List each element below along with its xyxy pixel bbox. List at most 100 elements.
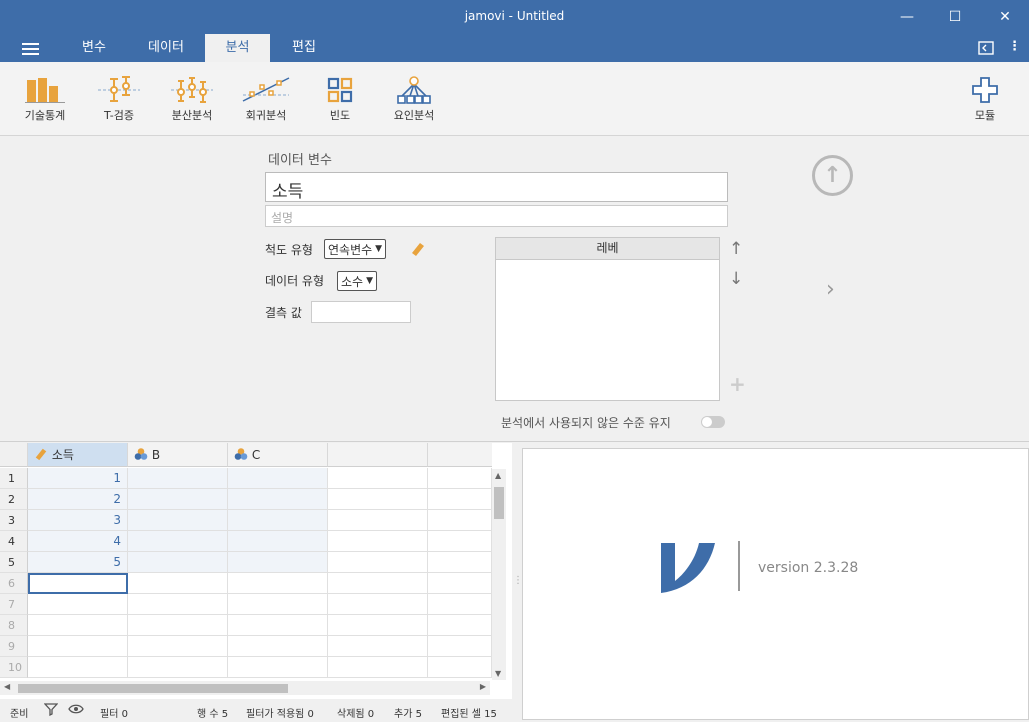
eye-icon[interactable]	[68, 703, 84, 718]
table-cell[interactable]	[128, 636, 228, 657]
move-up-icon[interactable]: ↑	[729, 239, 743, 259]
add-level-icon[interactable]: +	[729, 372, 746, 396]
modules-button[interactable]: 모듈	[965, 74, 1005, 123]
table-cell[interactable]	[328, 573, 428, 594]
table-cell[interactable]	[128, 552, 228, 573]
scroll-thumb[interactable]	[494, 487, 504, 519]
table-cell[interactable]	[228, 531, 328, 552]
levels-list[interactable]: 레베	[495, 237, 720, 401]
descriptives-button[interactable]: 기술통계	[18, 74, 72, 123]
table-cell[interactable]	[128, 510, 228, 531]
anova-button[interactable]: 분산분석	[164, 74, 220, 123]
collapse-editor-icon[interactable]: ↑	[812, 155, 853, 196]
minimize-button[interactable]: —	[882, 0, 932, 34]
data-type-select[interactable]: 소수 ▼	[337, 271, 378, 291]
column-header-income[interactable]: 소득	[28, 443, 128, 467]
table-cell[interactable]	[428, 552, 492, 573]
row-header[interactable]: 5	[0, 552, 28, 573]
table-cell[interactable]	[328, 489, 428, 510]
table-cell[interactable]	[428, 594, 492, 615]
table-cell[interactable]	[228, 552, 328, 573]
table-cell[interactable]	[228, 510, 328, 531]
table-cell[interactable]	[28, 573, 128, 594]
maximize-button[interactable]: ☐	[930, 0, 980, 34]
table-cell[interactable]	[428, 489, 492, 510]
next-variable-chevron-icon[interactable]: ›	[826, 277, 835, 302]
row-header[interactable]: 4	[0, 531, 28, 552]
row-header[interactable]: 8	[0, 615, 28, 636]
move-down-icon[interactable]: ↓	[729, 269, 743, 289]
tab-variables[interactable]: 변수	[64, 34, 124, 62]
table-cell[interactable]	[128, 468, 228, 489]
tab-edit[interactable]: 편집	[275, 34, 333, 62]
factor-button[interactable]: 요인분석	[386, 74, 442, 123]
variable-name-input[interactable]: 소득	[265, 172, 728, 202]
table-cell[interactable]	[228, 615, 328, 636]
table-cell[interactable]	[128, 531, 228, 552]
table-cell[interactable]: 2	[28, 489, 128, 510]
frequencies-button[interactable]: 빈도	[318, 74, 362, 123]
row-header[interactable]: 2	[0, 489, 28, 510]
scroll-right-icon[interactable]: ▶	[480, 682, 486, 691]
column-header-empty[interactable]	[428, 443, 492, 467]
row-header[interactable]: 6	[0, 573, 28, 594]
row-header[interactable]: 10	[0, 657, 28, 678]
table-cell[interactable]	[328, 510, 428, 531]
results-mode-icon[interactable]	[978, 41, 994, 59]
table-cell[interactable]	[328, 636, 428, 657]
table-cell[interactable]	[328, 531, 428, 552]
table-cell[interactable]	[428, 573, 492, 594]
table-cell[interactable]	[228, 594, 328, 615]
table-cell[interactable]	[428, 468, 492, 489]
table-cell[interactable]	[328, 657, 428, 678]
missing-values-input[interactable]	[311, 301, 411, 323]
table-cell[interactable]: 1	[28, 468, 128, 489]
description-input[interactable]: 설명	[265, 205, 728, 227]
retain-unused-toggle[interactable]	[701, 416, 725, 428]
vertical-scrollbar[interactable]: ▲ ▼	[492, 469, 506, 680]
measure-type-select[interactable]: 연속변수 ▼	[324, 239, 387, 259]
table-cell[interactable]	[128, 489, 228, 510]
row-header[interactable]: 9	[0, 636, 28, 657]
table-cell[interactable]	[428, 657, 492, 678]
table-cell[interactable]	[328, 594, 428, 615]
table-cell[interactable]	[328, 615, 428, 636]
row-header[interactable]: 1	[0, 468, 28, 489]
t-test-button[interactable]: T-검증	[92, 74, 146, 123]
hamburger-menu-icon[interactable]	[22, 43, 39, 55]
table-cell[interactable]	[228, 573, 328, 594]
regression-button[interactable]: 회귀분석	[238, 74, 294, 123]
table-cell[interactable]	[428, 510, 492, 531]
more-options-icon[interactable]: ⋮	[1008, 39, 1021, 54]
table-cell[interactable]	[428, 615, 492, 636]
table-cell[interactable]	[128, 657, 228, 678]
table-cell[interactable]: 4	[28, 531, 128, 552]
column-header-empty[interactable]	[328, 443, 428, 467]
scroll-thumb[interactable]	[18, 684, 288, 693]
tab-analyses[interactable]: 분석	[205, 34, 270, 62]
table-cell[interactable]	[28, 615, 128, 636]
table-cell[interactable]	[128, 573, 228, 594]
close-button[interactable]: ✕	[980, 0, 1029, 34]
table-cell[interactable]	[28, 657, 128, 678]
table-cell[interactable]	[28, 636, 128, 657]
scroll-left-icon[interactable]: ◀	[4, 682, 10, 691]
row-header[interactable]: 3	[0, 510, 28, 531]
scroll-up-icon[interactable]: ▲	[495, 471, 501, 480]
table-cell[interactable]	[428, 636, 492, 657]
column-header-c[interactable]: C	[228, 443, 328, 467]
table-cell[interactable]	[228, 489, 328, 510]
corner-cell[interactable]	[0, 443, 28, 467]
table-cell[interactable]: 5	[28, 552, 128, 573]
table-cell[interactable]	[228, 657, 328, 678]
column-header-b[interactable]: B	[128, 443, 228, 467]
table-cell[interactable]	[28, 594, 128, 615]
table-cell[interactable]	[228, 636, 328, 657]
table-cell[interactable]	[228, 468, 328, 489]
table-cell[interactable]	[128, 615, 228, 636]
tab-data[interactable]: 데이터	[136, 34, 196, 62]
table-cell[interactable]: 3	[28, 510, 128, 531]
filter-icon[interactable]	[43, 702, 59, 719]
horizontal-scrollbar[interactable]: ◀ ▶	[0, 681, 490, 695]
scroll-down-icon[interactable]: ▼	[495, 669, 501, 678]
